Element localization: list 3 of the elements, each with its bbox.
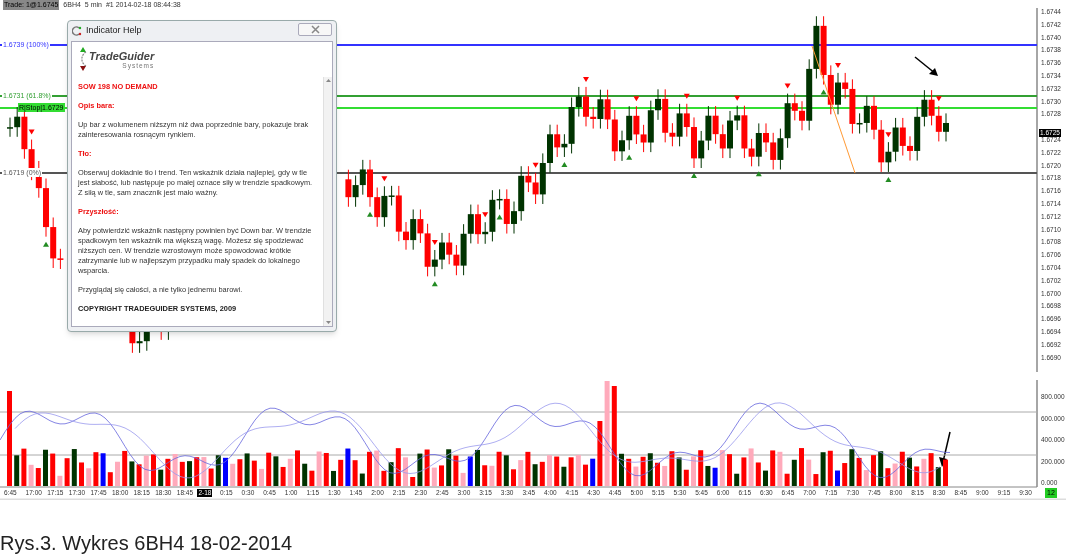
figure-caption: Rys.3. Wykres 6BH4 18-02-2014: [0, 531, 293, 555]
logo-text: TradeGuider: [89, 49, 155, 62]
dialog-title: Indicator Help: [86, 24, 143, 38]
